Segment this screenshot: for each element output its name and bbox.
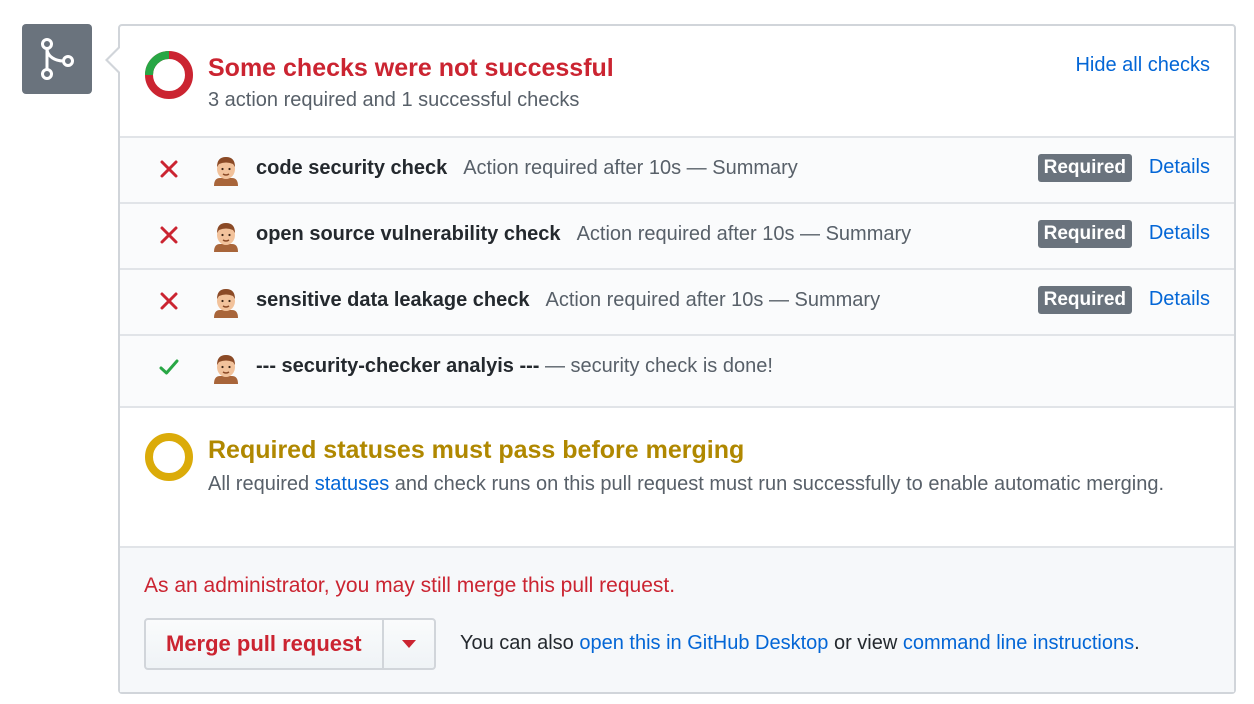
- merge-button-group: Merge pull request: [144, 618, 436, 670]
- x-icon: [160, 226, 178, 244]
- required-text-part: All required: [208, 473, 315, 495]
- required-statuses-title: Required statuses must pass before mergi…: [208, 436, 745, 464]
- details-link[interactable]: Details: [1149, 222, 1210, 245]
- pending-ring-icon: [145, 433, 193, 481]
- check-icon: [159, 359, 179, 375]
- check-title: sensitive data leakage check: [256, 289, 530, 311]
- check-description: — security check is done!: [545, 355, 773, 377]
- details-link[interactable]: Details: [1149, 156, 1210, 179]
- check-description: Action required after 10s — Summary: [463, 157, 798, 179]
- merge-footer: As an administrator, you may still merge…: [120, 548, 1234, 692]
- check-name: open source vulnerability check Action re…: [256, 223, 911, 246]
- panel-caret-fill: [108, 48, 120, 72]
- statuses-link[interactable]: statuses: [315, 473, 389, 495]
- git-merge-icon: [22, 24, 92, 94]
- or-view-text: or view: [828, 632, 903, 654]
- merge-options-dropdown[interactable]: [384, 620, 434, 668]
- check-row: sensitive data leakage check Action requi…: [120, 270, 1234, 336]
- alternative-merge-text: You can also open this in GitHub Desktop…: [460, 632, 1140, 655]
- check-row: code security check Action required after…: [120, 138, 1234, 204]
- checks-subtitle: 3 action required and 1 successful check…: [208, 89, 580, 111]
- required-statuses-text: All required statuses and check runs on …: [208, 470, 1218, 498]
- triangle-down-icon: [401, 640, 416, 648]
- check-description: Action required after 10s — Summary: [545, 289, 881, 311]
- merge-status-panel: Some checks were not successful 3 action…: [118, 24, 1236, 694]
- checks-title: Some checks were not successful: [208, 54, 614, 82]
- check-name: --- security-checker analyis --- — secur…: [256, 355, 773, 378]
- github-desktop-link[interactable]: open this in GitHub Desktop: [579, 632, 828, 654]
- bot-avatar-icon: [214, 223, 238, 252]
- x-icon: [160, 292, 178, 310]
- check-title: code security check: [256, 157, 448, 179]
- admin-merge-notice: As an administrator, you may still merge…: [144, 574, 676, 597]
- check-title: --- security-checker analyis ---: [256, 355, 540, 377]
- merge-pull-request-button[interactable]: Merge pull request: [146, 620, 384, 668]
- checks-list: code security check Action required after…: [120, 138, 1234, 406]
- checks-status-donut-icon: [145, 51, 193, 99]
- check-description: Action required after 10s — Summary: [576, 223, 912, 245]
- required-text-part: and check runs on this pull request must…: [389, 473, 1165, 495]
- check-name: code security check Action required after…: [256, 157, 798, 180]
- check-row: open source vulnerability check Action re…: [120, 204, 1234, 270]
- check-title: open source vulnerability check: [256, 223, 561, 245]
- x-icon: [160, 160, 178, 178]
- required-badge: Required: [1037, 220, 1132, 248]
- period-text: .: [1134, 632, 1140, 654]
- bot-avatar-icon: [214, 157, 238, 186]
- hide-all-checks-link[interactable]: Hide all checks: [1075, 54, 1210, 77]
- check-name: sensitive data leakage check Action requi…: [256, 289, 880, 312]
- command-line-instructions-link[interactable]: command line instructions: [903, 632, 1134, 654]
- checks-header: Some checks were not successful 3 action…: [120, 26, 1234, 138]
- also-prefix: You can also: [460, 632, 580, 654]
- details-link[interactable]: Details: [1149, 288, 1210, 311]
- required-badge: Required: [1037, 154, 1132, 182]
- check-row: --- security-checker analyis --- — secur…: [120, 336, 1234, 406]
- required-badge: Required: [1037, 286, 1132, 314]
- required-statuses-section: Required statuses must pass before mergi…: [120, 406, 1234, 548]
- bot-avatar-icon: [214, 355, 238, 384]
- bot-avatar-icon: [214, 289, 238, 318]
